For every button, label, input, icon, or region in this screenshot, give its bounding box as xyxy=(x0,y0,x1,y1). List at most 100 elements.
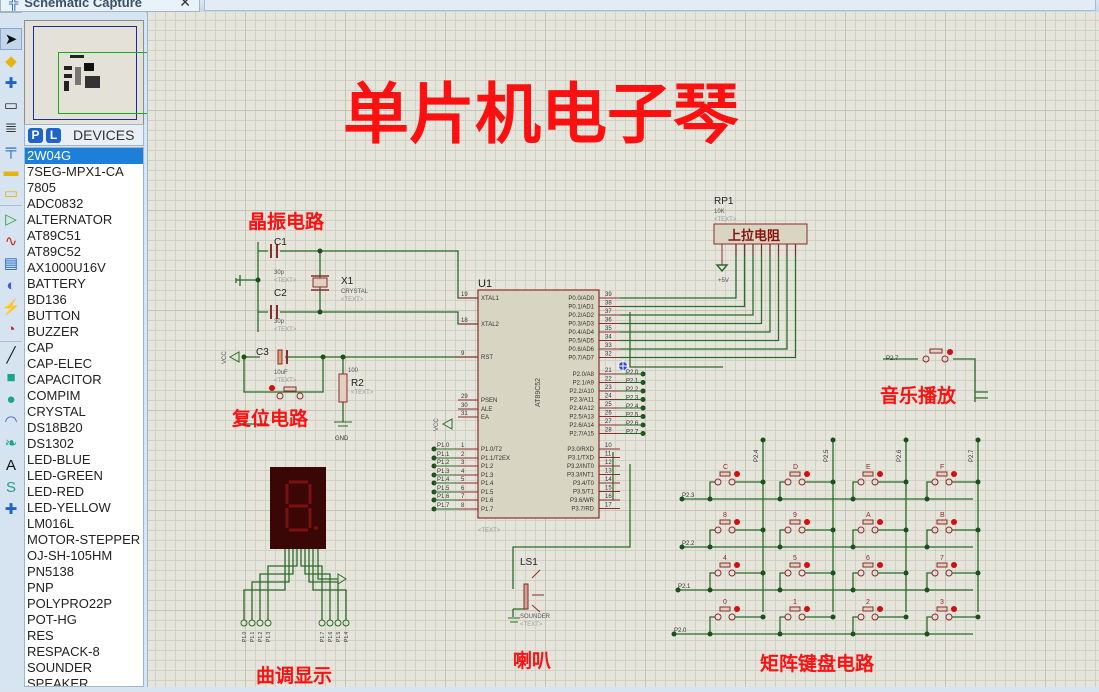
junction-dot xyxy=(317,248,323,254)
device-item[interactable]: POLYPRO22P xyxy=(25,596,143,612)
tape-recorder-icon[interactable]: ▤ xyxy=(0,252,22,274)
2d-box-icon[interactable]: ■ xyxy=(0,366,22,388)
device-item[interactable]: CAP-ELEC xyxy=(25,356,143,372)
subcircuit-icon[interactable]: ▬ xyxy=(0,160,22,182)
display-pin[interactable] xyxy=(342,619,350,627)
junction-dot xyxy=(255,277,261,283)
svg-text:<TEXT>: <TEXT> xyxy=(274,378,297,384)
terminals-icon[interactable]: ▭ xyxy=(0,182,22,204)
svg-text:P2.7: P2.7 xyxy=(886,356,899,362)
pick-device-button[interactable]: P xyxy=(28,127,43,143)
device-pins-icon[interactable]: ▷ xyxy=(0,208,22,230)
device-item[interactable]: CAP xyxy=(25,340,143,356)
u1-pin-name: P3.5/T1 xyxy=(573,490,595,496)
device-item[interactable]: BUTTON xyxy=(25,308,143,324)
2d-markers-icon[interactable]: ✚ xyxy=(0,498,22,520)
u1-pin-name: P0.6/AD6 xyxy=(568,347,594,353)
overview-window[interactable] xyxy=(24,20,148,132)
selection-mode-icon[interactable]: ➤ xyxy=(0,28,22,50)
virtual-instruments-icon[interactable]: ◔ xyxy=(0,318,22,340)
device-item[interactable]: BUZZER xyxy=(25,324,143,340)
capacitor-c1[interactable]: C1 30p <TEXT> xyxy=(270,237,297,284)
device-item[interactable]: SPEAKER xyxy=(25,676,143,686)
device-item[interactable]: DS1302 xyxy=(25,436,143,452)
svg-text:C3: C3 xyxy=(256,347,269,358)
2d-symbol-icon[interactable]: S xyxy=(0,476,22,498)
device-item[interactable]: CAPACITOR xyxy=(25,372,143,388)
device-item[interactable]: AX1000U16V xyxy=(25,260,143,276)
device-item[interactable]: PNP xyxy=(25,580,143,596)
u1-pin-number: 28 xyxy=(605,428,612,434)
display-pin[interactable] xyxy=(256,619,264,627)
graph-icon[interactable]: ∿ xyxy=(0,230,22,252)
capacitor-c3[interactable]: C3 10uF <TEXT> xyxy=(256,347,297,384)
display-pin[interactable] xyxy=(264,619,272,627)
device-item[interactable]: RES xyxy=(25,628,143,644)
device-item[interactable]: POT-HG xyxy=(25,612,143,628)
device-item[interactable]: 2W04G xyxy=(25,148,143,164)
2d-line-icon[interactable]: ╱ xyxy=(0,344,22,366)
device-item[interactable]: AT89C52 xyxy=(25,244,143,260)
tab-label: Schematic Capture xyxy=(24,0,142,10)
device-item[interactable]: PN5138 xyxy=(25,564,143,580)
u1-pin-number: 26 xyxy=(605,411,612,417)
device-item[interactable]: LED-BLUE xyxy=(25,452,143,468)
device-item[interactable]: SOUNDER xyxy=(25,660,143,676)
2d-arc-icon[interactable]: ◠ xyxy=(0,410,22,432)
device-item[interactable]: BATTERY xyxy=(25,276,143,292)
display-pin[interactable] xyxy=(248,619,256,627)
resistor-r2[interactable]: 100 R2 <TEXT> xyxy=(338,368,374,403)
device-item[interactable]: COMPIM xyxy=(25,388,143,404)
display-pin[interactable] xyxy=(240,619,248,627)
device-item[interactable]: ADC0832 xyxy=(25,196,143,212)
key-label: A xyxy=(866,512,871,519)
2d-text-icon[interactable]: A xyxy=(0,454,22,476)
text-script-icon[interactable]: ≣ xyxy=(0,116,22,138)
device-item[interactable]: CRYSTAL xyxy=(25,404,143,420)
voltage-probe-icon[interactable]: ⚡ xyxy=(0,296,22,318)
device-item[interactable]: RESPACK-8 xyxy=(25,644,143,660)
display-pin[interactable] xyxy=(326,619,334,627)
2d-circle-icon[interactable]: ● xyxy=(0,388,22,410)
device-item[interactable]: AT89C51 xyxy=(25,228,143,244)
bus-icon[interactable]: ╤ xyxy=(0,138,22,160)
resistor-pack-rp1[interactable]: RP1 10K <TEXT> 上拉电阻 +5V xyxy=(713,196,808,284)
u1-pin-name: P2.0/A8 xyxy=(573,372,595,378)
device-item[interactable]: ALTERNATOR xyxy=(25,212,143,228)
device-item[interactable]: 7SEG-MPX1-CA xyxy=(25,164,143,180)
tab-schematic-capture[interactable]: ╬ Schematic Capture ✕ xyxy=(0,0,200,12)
music-play-button[interactable]: P2.7 xyxy=(886,348,953,363)
2d-path-icon[interactable]: ❧ xyxy=(0,432,22,454)
label-speaker: 喇叭 xyxy=(513,650,551,672)
device-item[interactable]: OJ-SH-105HM xyxy=(25,548,143,564)
junction-dot xyxy=(340,354,346,360)
schematic-canvas[interactable]: 单片机电子琴 晶振电路 复位电路 音乐播放 曲调显示 喇叭 矩阵键盘电路 C1 … xyxy=(147,12,1099,687)
device-item[interactable]: MOTOR-STEPPER xyxy=(25,532,143,548)
display-pin[interactable] xyxy=(334,619,342,627)
generator-icon[interactable]: ◐ xyxy=(0,274,22,296)
library-button[interactable]: L xyxy=(46,127,61,143)
row-net-label: P2.1 xyxy=(678,584,691,590)
device-item[interactable]: LED-YELLOW xyxy=(25,500,143,516)
junction-dot xyxy=(830,479,836,485)
component-mode-icon[interactable]: ◆ xyxy=(0,50,22,72)
u1-pin-number: 37 xyxy=(605,309,612,315)
junction-dot-icon[interactable]: ✚ xyxy=(0,72,22,94)
device-item[interactable]: BD136 xyxy=(25,292,143,308)
display-pin[interactable] xyxy=(318,619,326,627)
device-item[interactable]: LED-GREEN xyxy=(25,468,143,484)
microcontroller-u1[interactable]: U1 AT89C52 <TEXT> 19XTAL118XTAL29RST29PS… xyxy=(458,278,620,534)
device-item[interactable]: 7805 xyxy=(25,180,143,196)
net-label: P1.0 xyxy=(437,443,450,449)
sounder-ls1[interactable]: LS1 SOUNDER <TEXT> xyxy=(508,557,551,628)
seven-segment-display[interactable] xyxy=(270,467,326,549)
device-item[interactable]: LM016L xyxy=(25,516,143,532)
u1-pin-name: RST xyxy=(481,355,493,361)
device-list[interactable]: 2W04G 7SEG-MPX1-CA 7805 ADC0832 ALTERNATOR AT… xyxy=(24,147,144,687)
device-item[interactable]: LED-RED xyxy=(25,484,143,500)
display-pins: P1.0 P1.1 P1.2 P1.3 P1.7 P1.6 P1.5 P1.4 xyxy=(240,573,350,642)
device-item[interactable]: DS18B20 xyxy=(25,420,143,436)
close-icon[interactable]: ✕ xyxy=(179,0,191,11)
capacitor-c2[interactable]: C2 30p <TEXT> xyxy=(270,288,297,333)
wire-label-icon[interactable]: ▭ xyxy=(0,94,22,116)
